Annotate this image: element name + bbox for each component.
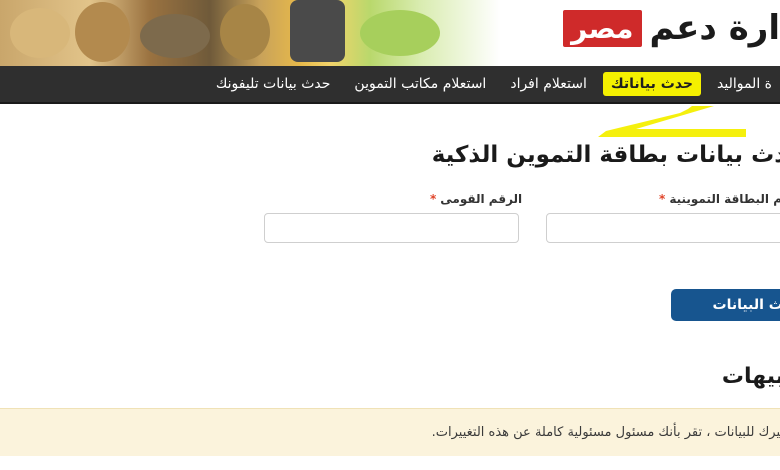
card-number-label-text: م البطاقة التموينية xyxy=(669,192,780,206)
page-footer-strip xyxy=(0,456,780,470)
national-id-label: الرقم القومى* xyxy=(430,192,522,206)
brand-logo[interactable]: ارة دعم مصر xyxy=(563,0,780,56)
required-mark: * xyxy=(659,192,666,206)
card-number-label: م البطاقة التموينية* xyxy=(659,192,780,206)
notice-box: ييرك للبيانات ، تقر بأنك مسئول مسئولية ك… xyxy=(0,408,780,457)
page-title: دث بيانات بطاقة التموين الذكية xyxy=(431,142,780,168)
brand-badge: مصر xyxy=(563,9,642,47)
nav-item-update-phone[interactable]: حدث بيانات تليفونك xyxy=(208,72,339,96)
nav-item-births[interactable]: ة المواليد xyxy=(709,72,780,96)
main-navbar: ة المواليد حدث بياناتك استعلام افراد است… xyxy=(0,66,780,104)
nav-item-offices-inquiry[interactable]: استعلام مكاتب التموين xyxy=(346,72,494,96)
national-id-input[interactable] xyxy=(264,213,519,243)
header-banner: ارة دعم مصر xyxy=(0,0,780,66)
national-id-label-text: الرقم القومى xyxy=(440,192,523,206)
brand-title: ارة دعم xyxy=(649,8,780,48)
banner-image xyxy=(0,0,500,66)
card-number-input[interactable] xyxy=(546,213,780,243)
update-data-button[interactable]: حدث البيانات xyxy=(671,289,780,321)
nav-item-members-inquiry[interactable]: استعلام افراد xyxy=(502,72,595,96)
notes-title: بيهات xyxy=(721,364,780,389)
notice-text: ييرك للبيانات ، تقر بأنك مسئول مسئولية ك… xyxy=(431,425,780,440)
required-mark: * xyxy=(430,192,437,206)
nav-item-update-data[interactable]: حدث بياناتك xyxy=(602,72,701,96)
highlighter-annotation xyxy=(598,106,746,137)
